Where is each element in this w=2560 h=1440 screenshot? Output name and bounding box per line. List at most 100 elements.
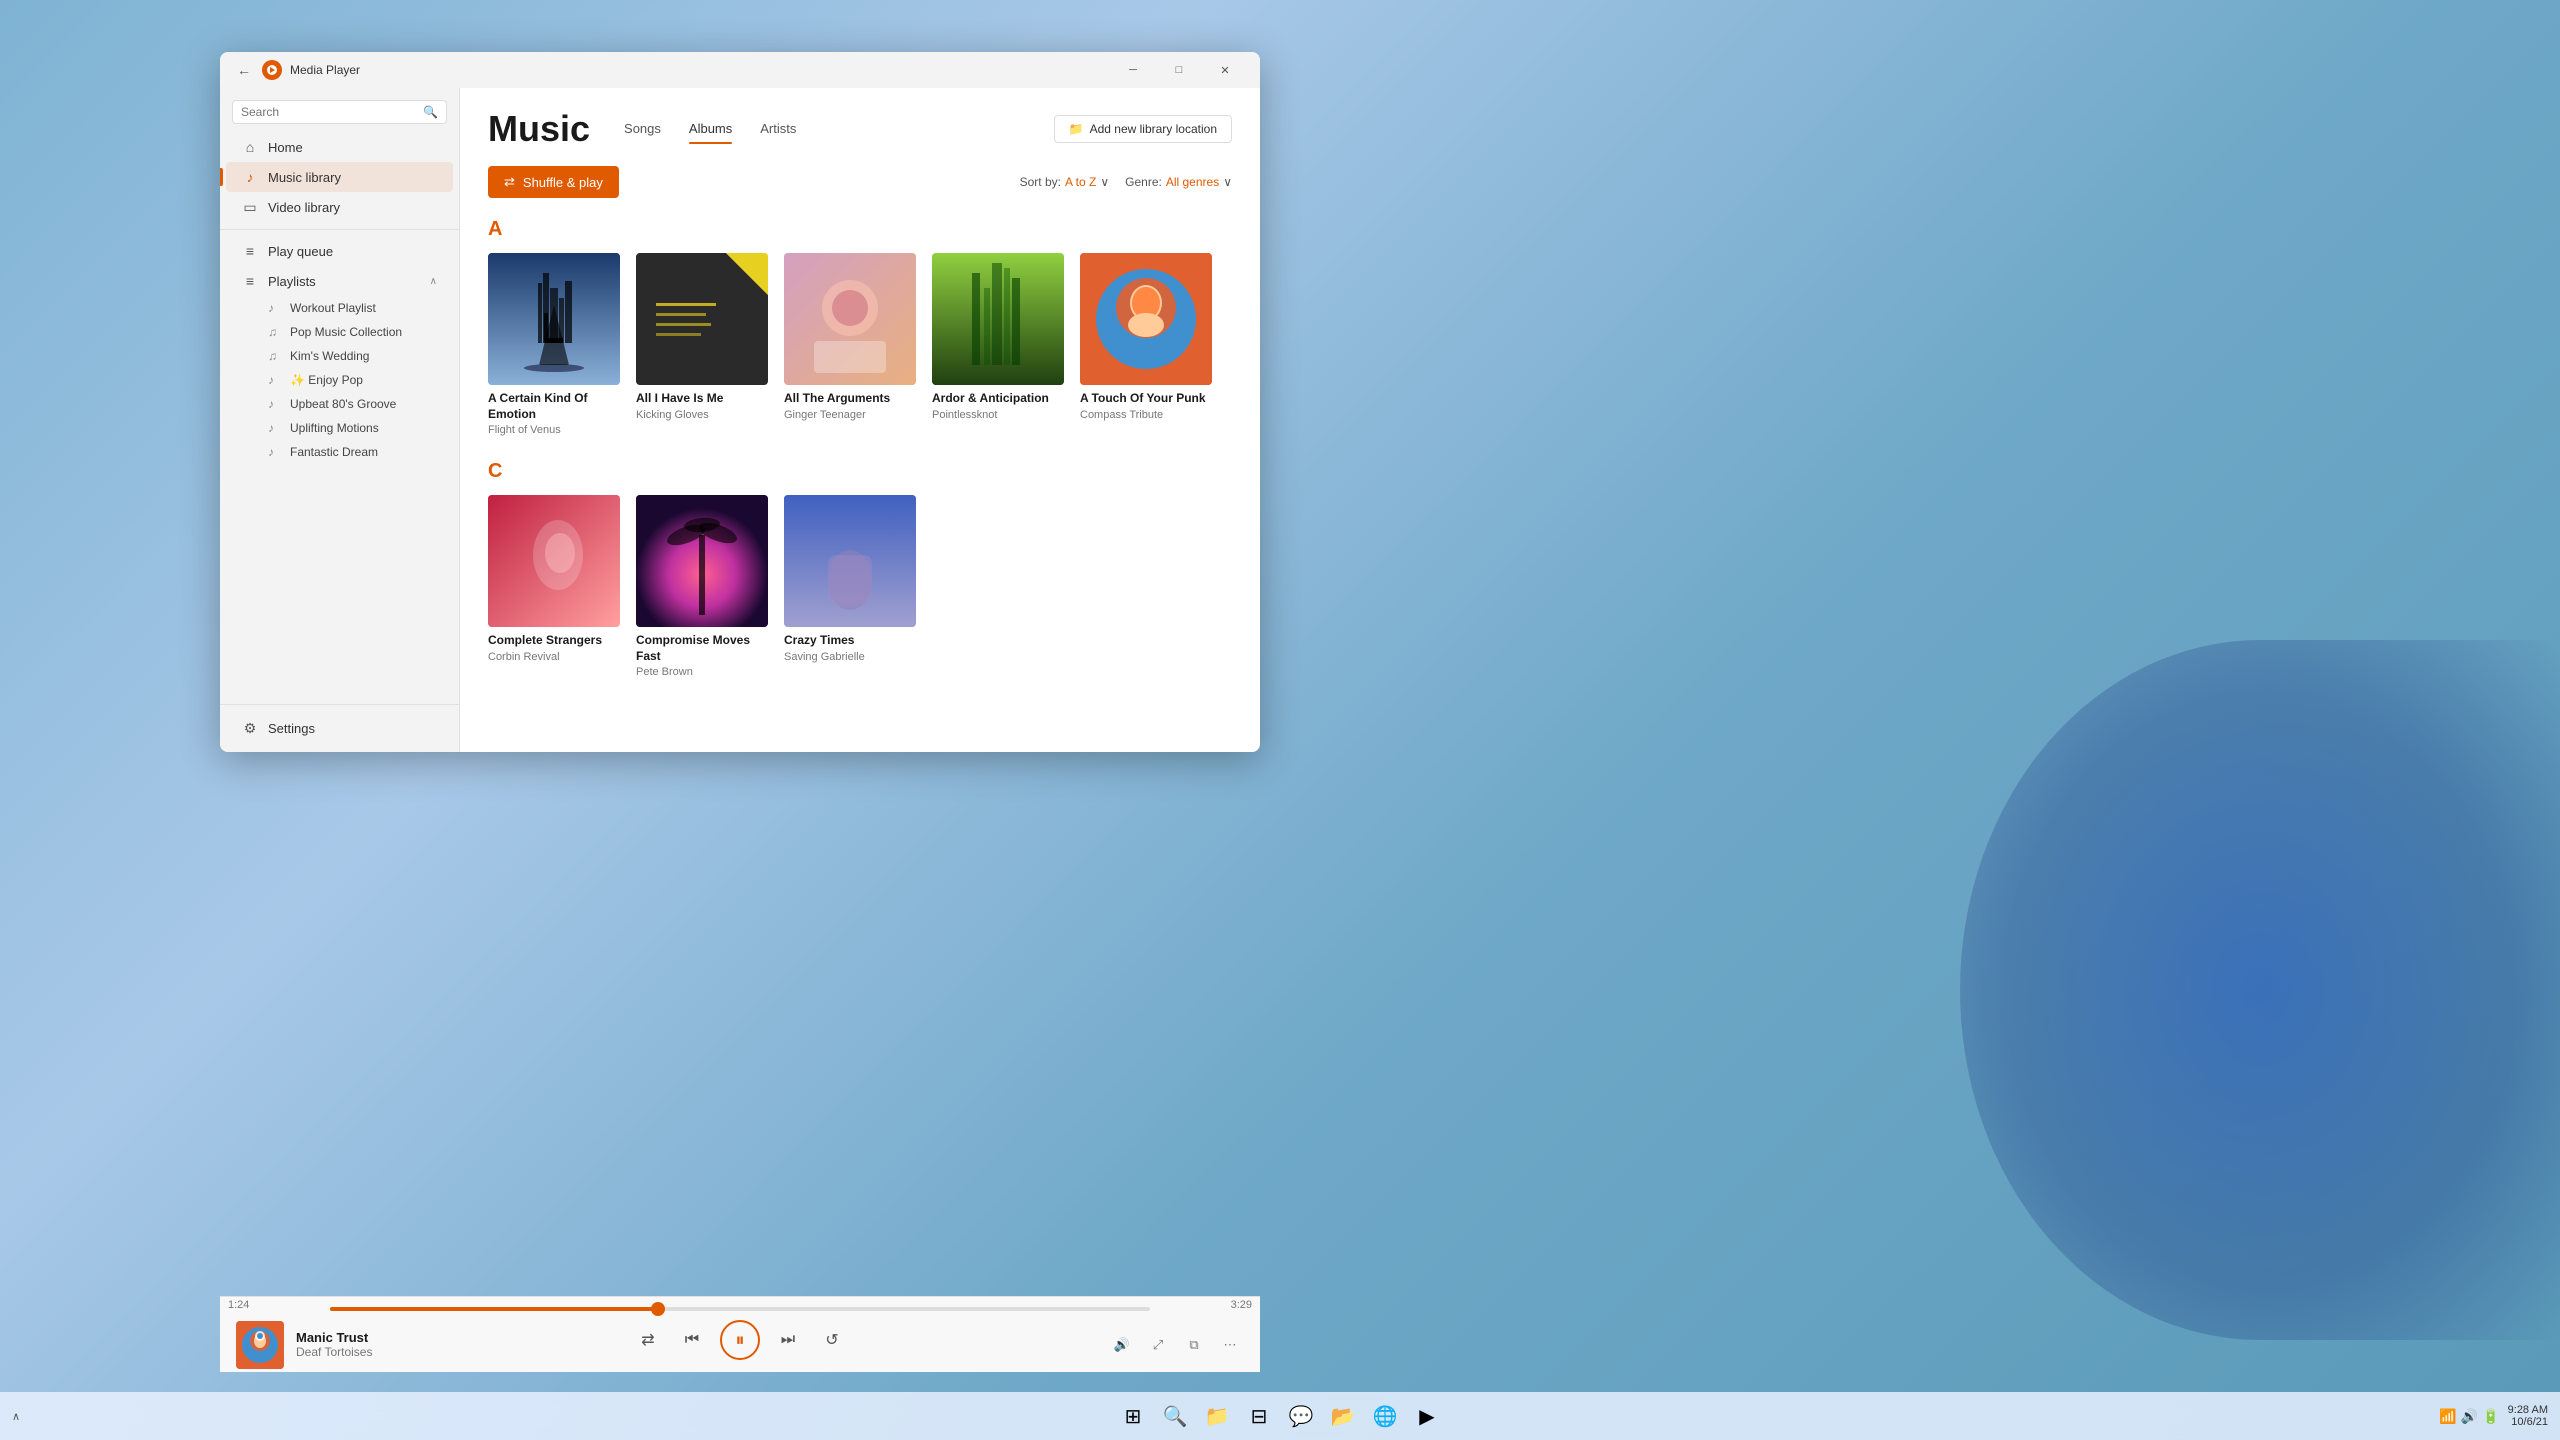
- playlist-upbeat[interactable]: ♪ Upbeat 80's Groove: [226, 392, 453, 416]
- player-right-controls: 🔊 ⤢ ⧉ ⋯: [1108, 1331, 1244, 1359]
- album-crazy-times[interactable]: Crazy Times Saving Gabrielle: [784, 495, 916, 678]
- shuffle-control-button[interactable]: ⇄: [632, 1324, 664, 1356]
- repeat-button[interactable]: ↺: [816, 1324, 848, 1356]
- playlist-enjoy-pop[interactable]: ♪ ✨ Enjoy Pop: [226, 368, 453, 392]
- search-input[interactable]: [241, 105, 423, 119]
- now-playing-content: Manic Trust Deaf Tortoises ⇄ ⏮ ⏸ ⏭ ↺ 🔊 ⤢…: [220, 1317, 1260, 1372]
- album-all-arguments[interactable]: All The Arguments Ginger Teenager: [784, 253, 916, 436]
- sidebar-item-music-library[interactable]: ♪ Music library: [226, 162, 453, 192]
- time-elapsed: 1:24: [228, 1299, 249, 1311]
- more-options-button[interactable]: ⋯: [1216, 1331, 1244, 1359]
- play-pause-button[interactable]: ⏸: [720, 1320, 760, 1360]
- miniplayer-button[interactable]: ⧉: [1180, 1331, 1208, 1359]
- album-cover-all-i-have: [636, 253, 768, 385]
- tab-albums[interactable]: Albums: [675, 115, 746, 142]
- notification-expand[interactable]: ∧: [12, 1410, 20, 1423]
- album-artist: Pointlessknot: [932, 409, 1064, 421]
- album-ardor[interactable]: Ardor & Anticipation Pointlessknot: [932, 253, 1064, 436]
- album-title: Crazy Times: [784, 633, 916, 649]
- playlists-header[interactable]: ≡ Playlists ∧: [226, 266, 453, 296]
- album-all-i-have[interactable]: All I Have Is Me Kicking Gloves: [636, 253, 768, 436]
- progress-bar[interactable]: [330, 1307, 1150, 1311]
- playlist-kims-wedding[interactable]: ♫ Kim's Wedding: [226, 344, 453, 368]
- tabs-bar: Songs Albums Artists: [610, 115, 1034, 144]
- album-artist: Kicking Gloves: [636, 409, 768, 421]
- player-controls: ⇄ ⏮ ⏸ ⏭ ↺: [632, 1320, 848, 1360]
- next-button[interactable]: ⏭: [772, 1324, 804, 1356]
- playlist-workout[interactable]: ♪ Workout Playlist: [226, 296, 453, 320]
- album-artist: Flight of Venus: [488, 424, 620, 436]
- playlist-fantastic-icon: ♪: [268, 445, 282, 459]
- sidebar-item-home[interactable]: ⌂ Home: [226, 132, 453, 162]
- video-library-label: Video library: [268, 200, 340, 215]
- taskbar-teams-button[interactable]: 💬: [1281, 1396, 1321, 1436]
- album-title: Complete Strangers: [488, 633, 620, 649]
- album-cover-all-arguments: [784, 253, 916, 385]
- genre-label: Genre:: [1125, 175, 1162, 189]
- genre-dropdown[interactable]: Genre: All genres ∨: [1125, 175, 1232, 189]
- progress-fill: [330, 1307, 658, 1311]
- tab-songs[interactable]: Songs: [610, 115, 675, 142]
- minimize-button[interactable]: ─: [1110, 54, 1156, 86]
- playlist-wedding-label: Kim's Wedding: [290, 349, 369, 363]
- playlist-enjoy-label: ✨ Enjoy Pop: [290, 373, 363, 387]
- content-toolbar: ⇄ Shuffle & play Sort by: A to Z ∨ Genre…: [460, 154, 1260, 210]
- album-touch-punk[interactable]: A Touch Of Your Punk Compass Tribute: [1080, 253, 1212, 436]
- battery-icon[interactable]: 🔋: [2482, 1408, 2499, 1425]
- playlist-fantastic[interactable]: ♪ Fantastic Dream: [226, 440, 453, 464]
- sidebar-item-settings[interactable]: ⚙ Settings: [226, 713, 453, 744]
- previous-button[interactable]: ⏮: [676, 1324, 708, 1356]
- playlist-uplifting[interactable]: ♪ Uplifting Motions: [226, 416, 453, 440]
- window-controls: ─ □ ✕: [1110, 54, 1248, 86]
- search-bar[interactable]: 🔍: [232, 100, 447, 124]
- play-queue-label: Play queue: [268, 244, 333, 259]
- wifi-icon[interactable]: 📶: [2439, 1408, 2456, 1425]
- sidebar-item-video-library[interactable]: ▭ Video library: [226, 192, 453, 223]
- taskbar-browser-button[interactable]: 🌐: [1365, 1396, 1405, 1436]
- video-icon: ▭: [242, 199, 258, 216]
- taskbar-search-button[interactable]: 🔍: [1155, 1396, 1195, 1436]
- music-icon: ♪: [242, 169, 258, 185]
- window-title: Media Player: [290, 63, 1110, 77]
- maximize-button[interactable]: □: [1156, 54, 1202, 86]
- albums-scroll-area[interactable]: A: [460, 210, 1260, 752]
- taskbar-clock[interactable]: 9:28 AM 10/6/21: [2508, 1404, 2548, 1428]
- volume-icon[interactable]: 🔊: [2461, 1408, 2478, 1425]
- sidebar: 🔍 ⌂ Home ♪ Music library ▭ Video library…: [220, 88, 460, 752]
- close-button[interactable]: ✕: [1202, 54, 1248, 86]
- album-cover-ardor: [932, 253, 1064, 385]
- taskbar-media-player-button[interactable]: ▶: [1407, 1396, 1447, 1436]
- playlist-enjoy-icon: ♪: [268, 373, 282, 387]
- playlists-label: Playlists: [268, 274, 316, 289]
- music-library-label: Music library: [268, 170, 341, 185]
- sidebar-item-play-queue[interactable]: ≡ Play queue: [226, 236, 453, 266]
- album-compromise[interactable]: Compromise Moves Fast Pete Brown: [636, 495, 768, 678]
- playlist-pop-collection[interactable]: ♫ Pop Music Collection: [226, 320, 453, 344]
- playlists-icon: ≡: [242, 273, 258, 289]
- sort-dropdown[interactable]: Sort by: A to Z ∨: [1020, 175, 1110, 189]
- sort-value: A to Z: [1065, 175, 1096, 189]
- fullscreen-button[interactable]: ⤢: [1144, 1331, 1172, 1359]
- volume-button[interactable]: 🔊: [1108, 1331, 1136, 1359]
- tab-artists[interactable]: Artists: [746, 115, 810, 142]
- taskbar-folder-button[interactable]: 📂: [1323, 1396, 1363, 1436]
- album-artist: Pete Brown: [636, 666, 768, 678]
- chevron-up-icon: ∧: [430, 276, 437, 287]
- playlist-pop-icon: ♫: [268, 325, 282, 339]
- taskbar-file-explorer-button[interactable]: 📁: [1197, 1396, 1237, 1436]
- section-c-header: C: [488, 460, 1232, 483]
- back-button[interactable]: ←: [232, 58, 256, 82]
- window-body: 🔍 ⌂ Home ♪ Music library ▭ Video library…: [220, 88, 1260, 752]
- album-a-certain-kind[interactable]: A Certain Kind Of Emotion Flight of Venu…: [488, 253, 620, 436]
- taskbar-widgets-button[interactable]: ⊟: [1239, 1396, 1279, 1436]
- album-cover-crazy-times: [784, 495, 916, 627]
- album-complete-strangers[interactable]: Complete Strangers Corbin Revival: [488, 495, 620, 678]
- shuffle-button[interactable]: ⇄ Shuffle & play: [488, 166, 619, 198]
- album-title: All The Arguments: [784, 391, 916, 407]
- settings-label: Settings: [268, 721, 315, 736]
- progress-thumb[interactable]: [651, 1302, 665, 1316]
- taskbar-start-button[interactable]: ⊞: [1113, 1396, 1153, 1436]
- title-bar: ← Media Player ─ □ ✕: [220, 52, 1260, 88]
- add-library-button[interactable]: 📁 Add new library location: [1054, 115, 1232, 143]
- add-library-label: Add new library location: [1090, 122, 1217, 136]
